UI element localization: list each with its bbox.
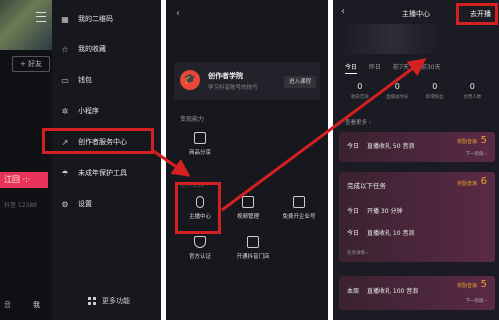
arrow-to-anchor-center xyxy=(151,148,191,177)
arrow-to-go-live xyxy=(221,58,427,212)
annotation-arrows xyxy=(151,58,427,212)
